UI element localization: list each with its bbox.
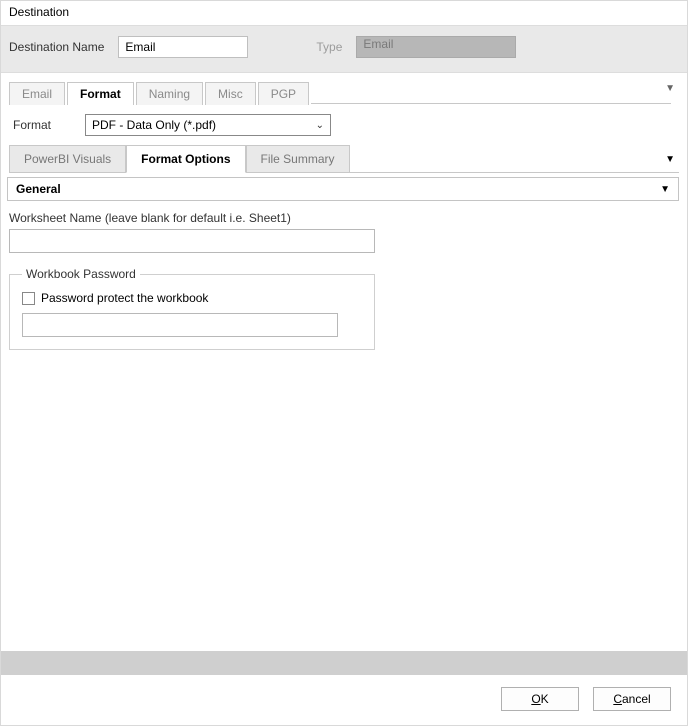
footer-strip xyxy=(1,651,687,675)
dialog-buttons: OK Cancel xyxy=(1,675,687,725)
type-label: Type xyxy=(316,40,342,54)
type-select: Email xyxy=(356,36,516,58)
section-general-header[interactable]: General ▼ xyxy=(7,177,679,201)
tab-pgp[interactable]: PGP xyxy=(258,82,309,105)
tab-email[interactable]: Email xyxy=(9,82,65,105)
sub-tabs: PowerBI Visuals Format Options File Summ… xyxy=(1,144,687,172)
content-area: Worksheet Name (leave blank for default … xyxy=(1,201,687,651)
chevron-down-icon[interactable]: ▼ xyxy=(665,83,675,94)
password-protect-label: Password protect the workbook xyxy=(41,291,208,305)
format-select-value: PDF - Data Only (*.pdf) xyxy=(92,118,216,132)
workbook-password-legend: Workbook Password xyxy=(22,267,140,281)
chevron-down-icon[interactable]: ▼ xyxy=(665,154,675,165)
tab-misc[interactable]: Misc xyxy=(205,82,256,105)
worksheet-name-label: Worksheet Name (leave blank for default … xyxy=(9,211,679,225)
chevron-down-icon: ▼ xyxy=(660,184,670,195)
tab-format[interactable]: Format xyxy=(67,82,134,105)
destination-name-input[interactable] xyxy=(118,36,248,58)
workbook-password-group: Workbook Password Password protect the w… xyxy=(9,267,375,350)
subtab-powerbi-visuals[interactable]: PowerBI Visuals xyxy=(9,145,126,173)
password-protect-checkbox[interactable] xyxy=(22,292,35,305)
type-value: Email xyxy=(363,37,393,51)
workbook-password-input[interactable] xyxy=(22,313,338,337)
cancel-button[interactable]: Cancel xyxy=(593,687,671,711)
destination-name-label: Destination Name xyxy=(9,40,104,54)
tab-naming[interactable]: Naming xyxy=(136,82,203,105)
format-select[interactable]: PDF - Data Only (*.pdf) ⌄ xyxy=(85,114,331,136)
chevron-down-icon: ⌄ xyxy=(316,120,324,131)
subtab-format-options[interactable]: Format Options xyxy=(126,145,245,173)
format-label: Format xyxy=(13,118,51,132)
main-tabs: Email Format Naming Misc PGP ▼ xyxy=(1,73,687,104)
worksheet-name-input[interactable] xyxy=(9,229,375,253)
window-title: Destination xyxy=(1,1,687,25)
ok-button[interactable]: OK xyxy=(501,687,579,711)
header-strip: Destination Name Type Email xyxy=(1,25,687,73)
section-general-title: General xyxy=(16,182,61,196)
subtab-file-summary[interactable]: File Summary xyxy=(246,145,350,173)
format-row: Format PDF - Data Only (*.pdf) ⌄ xyxy=(1,104,687,144)
